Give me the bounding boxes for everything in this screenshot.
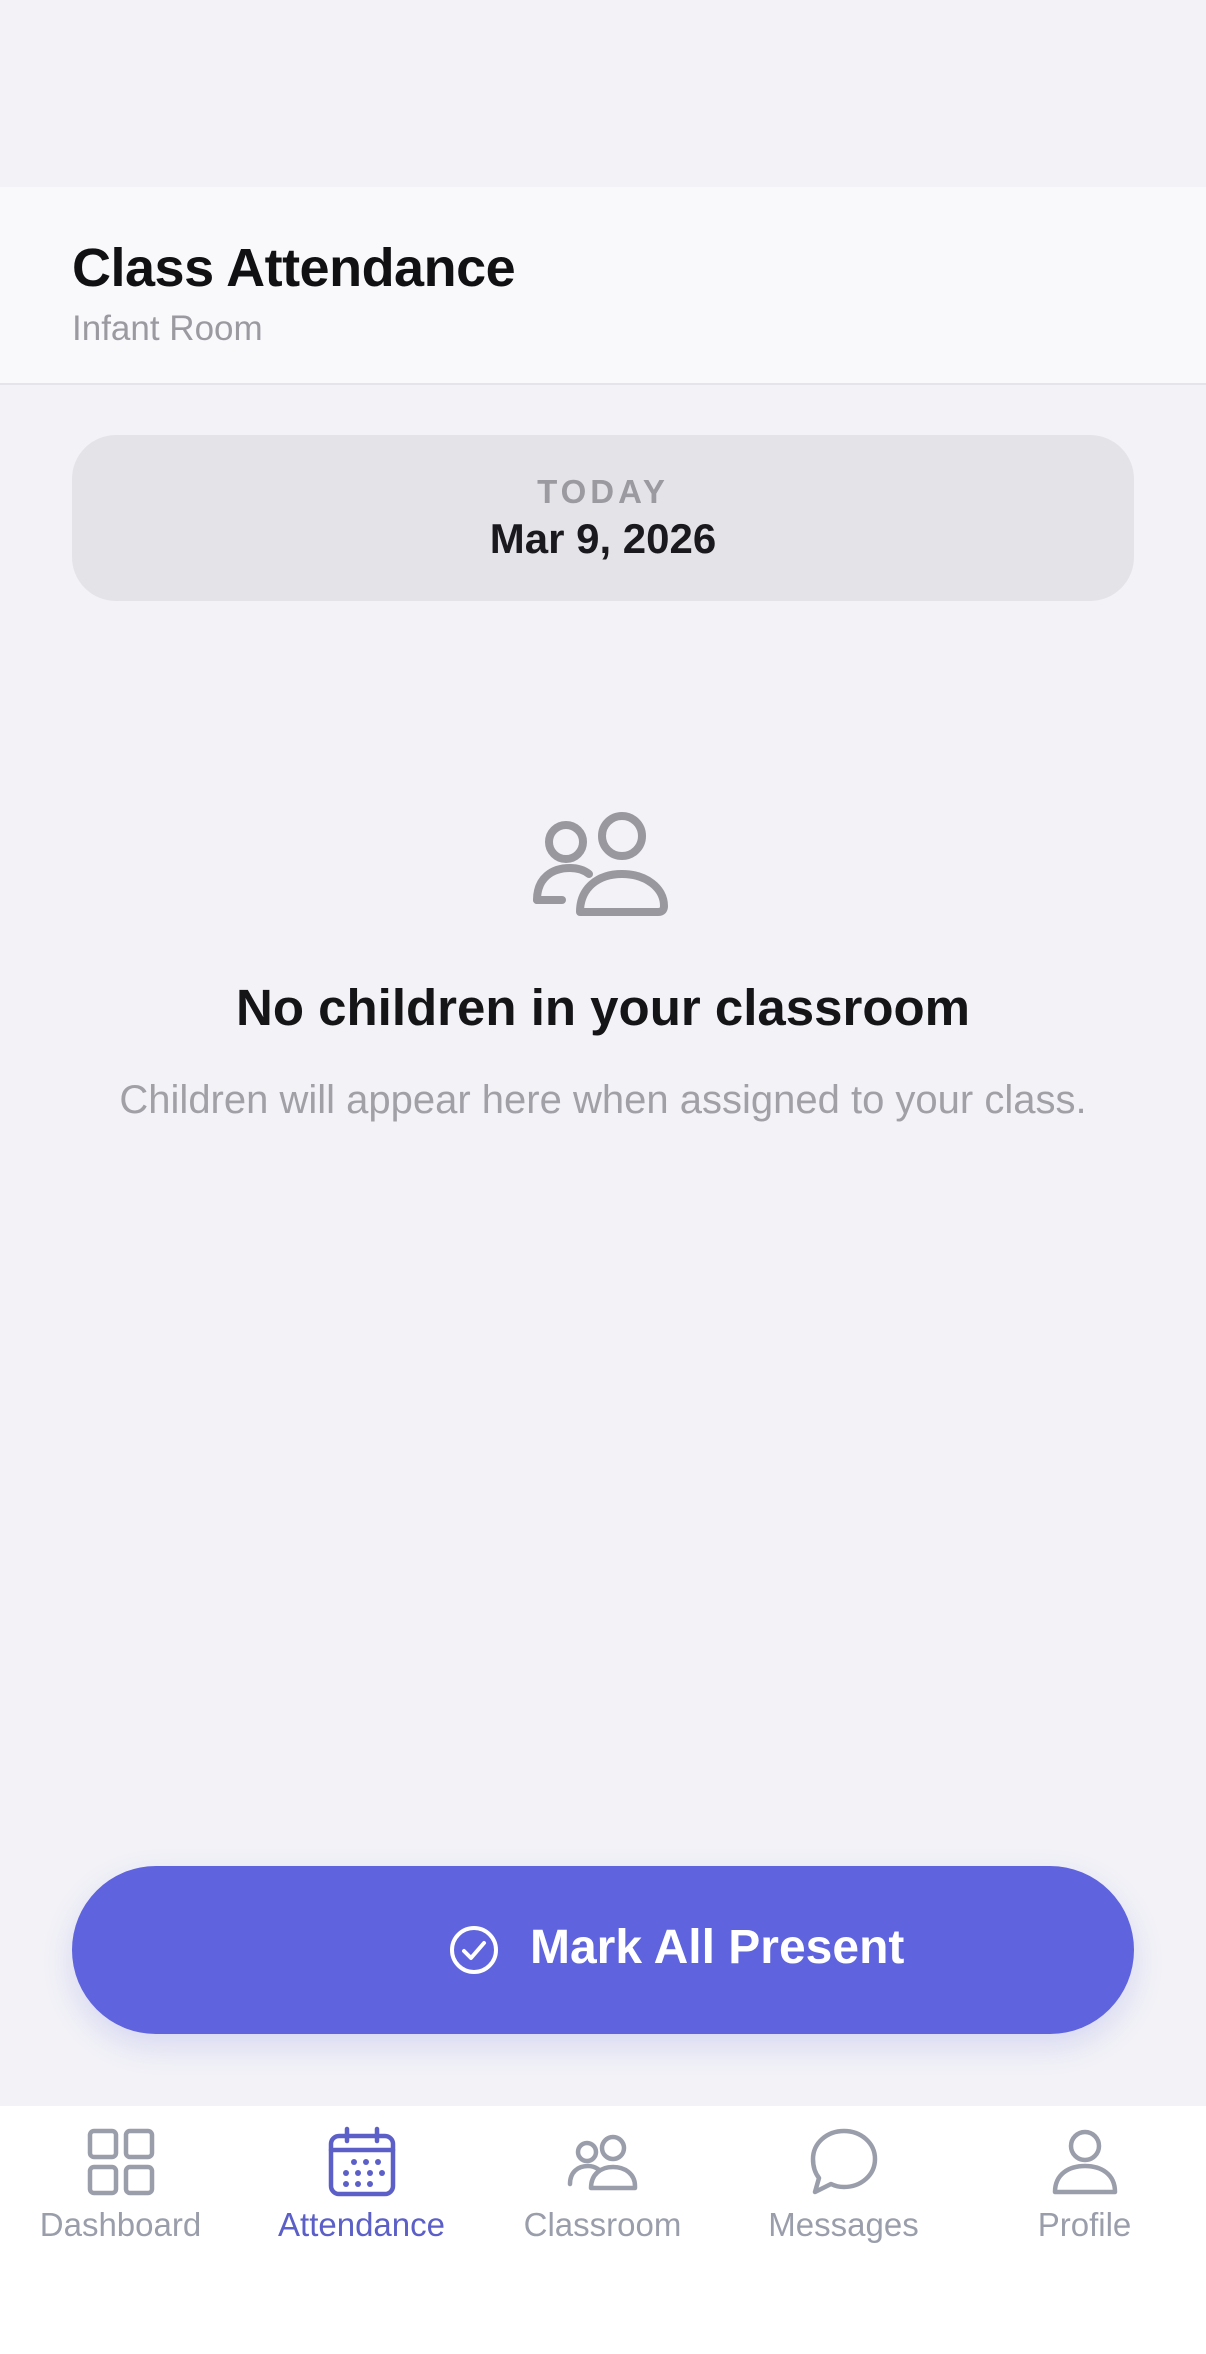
attendance-screen: Class Attendance Infant Room TODAY Mar 9… xyxy=(0,0,1206,2354)
tab-messages-label: Messages xyxy=(768,2206,919,2243)
tab-attendance-label: Attendance xyxy=(278,2206,445,2243)
tab-messages[interactable]: Messages xyxy=(723,2106,964,2286)
date-value: Mar 9, 2026 xyxy=(489,515,717,562)
calendar-icon xyxy=(328,2126,396,2197)
date-eyebrow: TODAY xyxy=(537,473,669,510)
page-subtitle: Infant Room xyxy=(72,309,263,348)
date-card[interactable]: TODAY Mar 9, 2026 xyxy=(72,435,1134,601)
empty-state-title: No children in your classroom xyxy=(236,979,970,1036)
tab-profile[interactable]: Profile xyxy=(964,2106,1205,2286)
tab-dashboard-label: Dashboard xyxy=(39,2206,202,2243)
grid-icon xyxy=(87,2128,155,2196)
users-icon xyxy=(533,812,668,916)
check-circle-icon xyxy=(450,1926,498,1974)
tab-classroom[interactable]: Classroom xyxy=(482,2106,723,2286)
bottom-tab-bar: Dashboard Attendance Classroom Messages … xyxy=(0,2106,1206,2354)
tab-dashboard[interactable]: Dashboard xyxy=(0,2106,241,2286)
empty-state-message: Children will appear here when assigned … xyxy=(119,1078,1087,1122)
tab-classroom-label: Classroom xyxy=(523,2206,682,2243)
users-icon xyxy=(567,2134,638,2191)
chat-bubble-icon xyxy=(810,2128,878,2195)
user-icon xyxy=(1052,2129,1118,2195)
tab-attendance[interactable]: Attendance xyxy=(241,2106,482,2286)
page-title: Class Attendance xyxy=(72,238,516,298)
mark-all-present-button[interactable]: Mark All Present xyxy=(72,1866,1134,2034)
mark-all-present-label: Mark All Present xyxy=(530,1921,905,1974)
tab-profile-label: Profile xyxy=(1037,2206,1132,2243)
page-header: Class Attendance Infant Room xyxy=(0,187,1206,385)
